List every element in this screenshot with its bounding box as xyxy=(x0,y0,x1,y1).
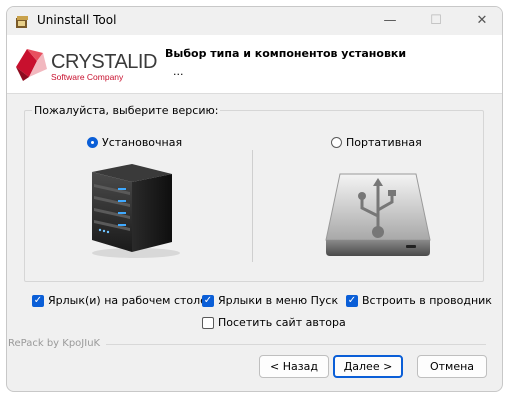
installer-version-label: Установочная xyxy=(102,136,183,149)
version-divider xyxy=(252,150,253,262)
logo-tagline: Software Company xyxy=(51,72,124,82)
footer-separator xyxy=(106,344,486,345)
visit-author-site-checkbox[interactable]: Посетить сайт автора xyxy=(202,316,346,329)
wizard-header: CRYSTALIDEA Software Company Выбор типа … xyxy=(7,35,502,94)
window-title: Uninstall Tool xyxy=(37,13,117,27)
server-icon xyxy=(92,164,180,258)
version-group-label: Пожалуйста, выберите версию: xyxy=(32,104,221,117)
checkmark-icon[interactable]: ✓ xyxy=(202,294,214,307)
desktop-shortcut-checkbox[interactable]: ✓ Ярлык(и) на рабочем столе xyxy=(32,294,207,307)
explorer-integration-checkbox[interactable]: ✓ Встроить в проводник xyxy=(346,294,492,307)
back-button[interactable]: < Назад xyxy=(259,355,329,378)
close-button[interactable]: ✕ xyxy=(459,7,502,35)
logo-wordmark: CRYSTALIDEA xyxy=(51,51,158,73)
checkmark-icon[interactable]: ✓ xyxy=(32,294,44,307)
page-title: Выбор типа и компонентов установки xyxy=(165,47,407,60)
checkmark-icon[interactable]: ✓ xyxy=(346,294,358,307)
app-icon xyxy=(16,16,28,28)
installer-version-radio[interactable]: Установочная xyxy=(87,136,182,149)
minimize-button[interactable]: — xyxy=(367,7,413,35)
visit-author-site-label: Посетить сайт автора xyxy=(218,316,346,329)
start-menu-label: Ярлыки в меню Пуск xyxy=(218,294,339,307)
start-menu-checkbox[interactable]: ✓ Ярлыки в меню Пуск xyxy=(202,294,338,307)
portable-version-radio[interactable]: Портативная xyxy=(331,136,422,149)
repack-label: RePack by KpoJIuK xyxy=(8,338,101,349)
usb-drive-icon xyxy=(325,173,431,256)
cancel-button[interactable]: Отмена xyxy=(417,355,487,378)
portable-version-label: Портативная xyxy=(346,136,422,149)
checkbox-empty-icon[interactable] xyxy=(202,316,214,329)
crystalidea-logo: CRYSTALIDEA Software Company xyxy=(16,49,158,82)
page-subtitle: ... xyxy=(173,65,184,78)
maximize-button[interactable]: ☐ xyxy=(413,7,459,35)
radio-selected-indicator[interactable] xyxy=(87,137,98,148)
radio-unselected-indicator[interactable] xyxy=(331,137,342,148)
next-button[interactable]: Далее > xyxy=(333,355,403,378)
title-bar: Uninstall Tool — ☐ ✕ xyxy=(7,7,502,35)
explorer-integration-label: Встроить в проводник xyxy=(362,294,492,307)
desktop-shortcut-label: Ярлык(и) на рабочем столе xyxy=(48,294,207,307)
